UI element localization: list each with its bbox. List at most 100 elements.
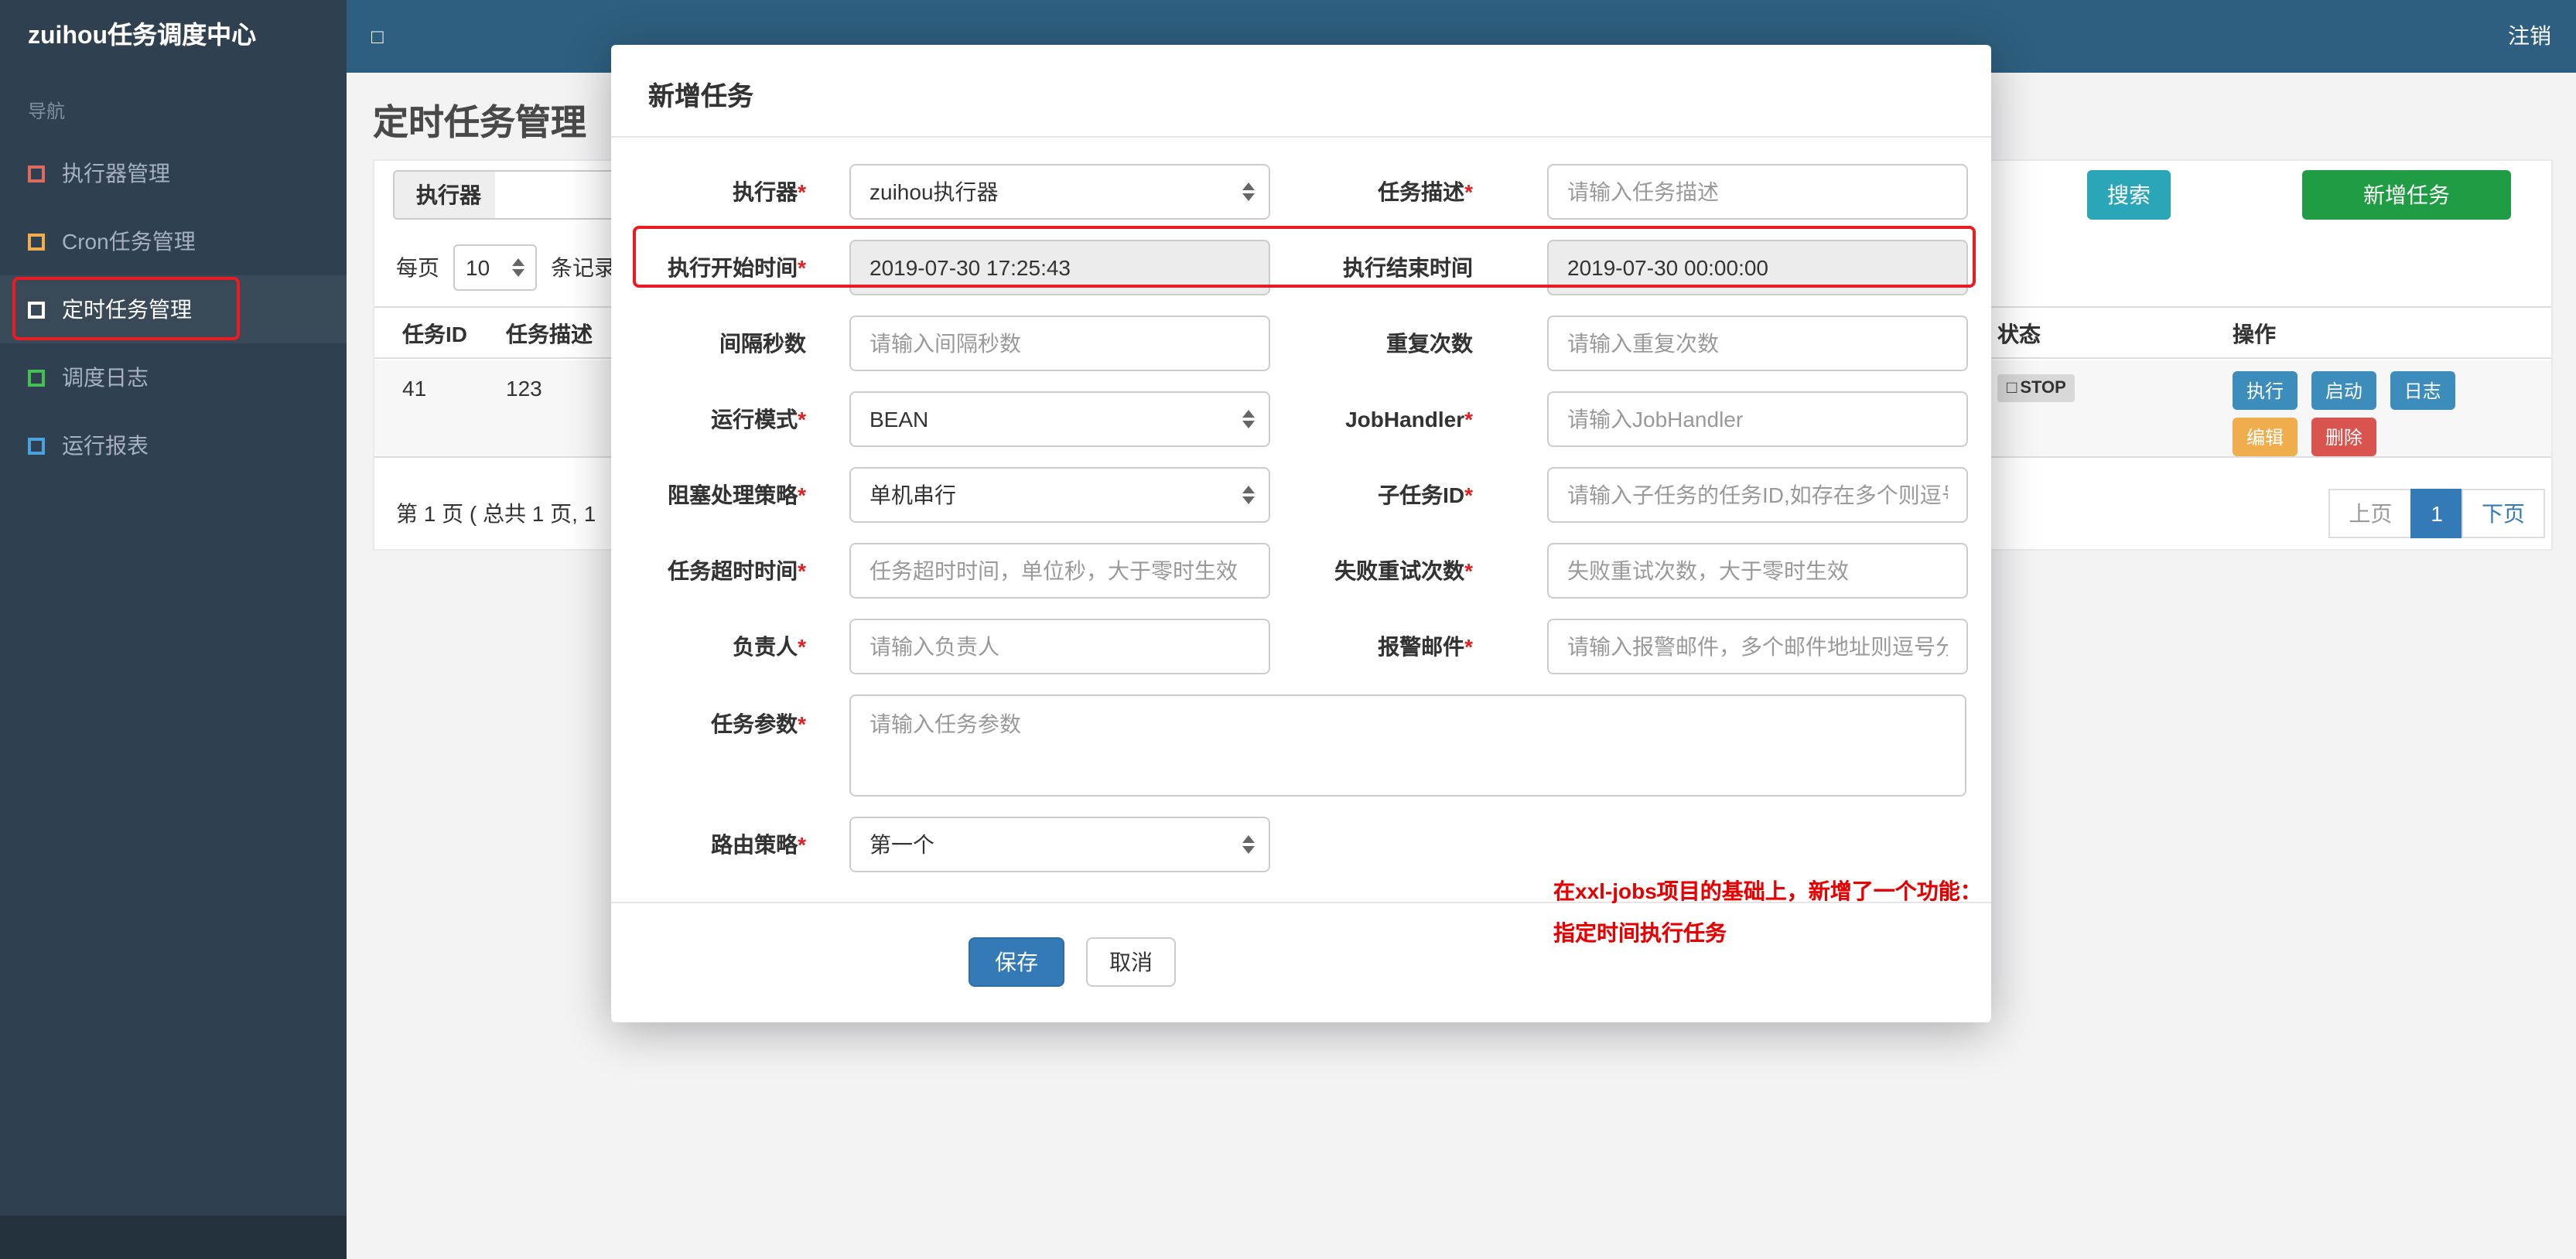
required-star: * xyxy=(1464,558,1473,583)
field-label: 负责人 xyxy=(733,634,798,659)
sidebar-item-cron-task-manage[interactable]: Cron任务管理 xyxy=(0,207,347,275)
block-strategy-label: 阻塞处理策略* xyxy=(611,479,806,510)
feature-note-line2: 指定时间执行任务 xyxy=(1553,920,1727,945)
form-row: 任务参数* xyxy=(611,694,1991,797)
sidebar-item-label: 调度日志 xyxy=(62,365,149,390)
field-label: 阻塞处理策略 xyxy=(668,483,798,507)
screen: zuihou任务调度中心 □ 注销 导航 执行器管理 Cron任务管理 定时任务… xyxy=(0,0,2576,1259)
square-icon xyxy=(28,233,45,250)
form-row: 间隔秒数 重复次数 xyxy=(611,316,1991,371)
jobhandler-input[interactable] xyxy=(1547,391,1968,447)
sidebar-item-label: 运行报表 xyxy=(62,433,149,458)
alarm-email-input[interactable] xyxy=(1547,619,1968,674)
per-page-select[interactable]: 10 xyxy=(453,244,537,291)
field-label: JobHandler xyxy=(1345,407,1465,432)
repeat-count-input[interactable] xyxy=(1547,316,1968,371)
cancel-button[interactable]: 取消 xyxy=(1086,937,1176,987)
owner-input[interactable] xyxy=(849,619,1270,674)
executor-select[interactable]: zuihou执行器 xyxy=(849,164,1270,220)
sidebar-item-timed-task-manage[interactable]: 定时任务管理 xyxy=(0,275,347,343)
job-desc-label: 任务描述* xyxy=(1270,176,1473,207)
cell-task-desc: 123 xyxy=(506,376,542,401)
add-task-modal: 新增任务 执行器* zuihou执行器 任务描述* 执行开始时间* 执行结束时间… xyxy=(611,45,1991,1022)
select-value: 第一个 xyxy=(869,832,934,857)
square-icon xyxy=(28,165,45,182)
form-row: 负责人* 报警邮件* xyxy=(611,619,1991,674)
child-jobid-input[interactable] xyxy=(1547,467,1968,523)
child-jobid-label: 子任务ID* xyxy=(1270,479,1473,510)
executor-label: 执行器* xyxy=(611,176,806,207)
repeat-count-label: 重复次数 xyxy=(1270,328,1473,359)
next-page-button[interactable]: 下页 xyxy=(2462,489,2545,538)
sidebar-item-schedule-log[interactable]: 调度日志 xyxy=(0,343,347,411)
timeout-input[interactable] xyxy=(849,543,1270,599)
field-label: 执行开始时间 xyxy=(668,255,798,280)
square-icon xyxy=(28,369,45,386)
save-button[interactable]: 保存 xyxy=(969,937,1064,987)
add-task-button[interactable]: 新增任务 xyxy=(2302,170,2511,220)
field-label: 路由策略 xyxy=(711,832,798,857)
required-star: * xyxy=(798,558,806,583)
prev-page-button[interactable]: 上页 xyxy=(2328,489,2413,538)
interval-input[interactable] xyxy=(849,316,1270,371)
square-icon xyxy=(28,437,45,454)
required-star: * xyxy=(1464,179,1473,204)
start-time-input[interactable] xyxy=(849,240,1270,295)
required-star: * xyxy=(1464,483,1473,507)
search-button[interactable]: 搜索 xyxy=(2087,170,2171,220)
sidebar-item-label: Cron任务管理 xyxy=(62,229,196,254)
sidebar-footer xyxy=(0,1216,347,1259)
run-mode-select[interactable]: BEAN xyxy=(849,391,1270,447)
col-header-status: 状态 xyxy=(1997,322,2041,346)
status-square-icon: □ xyxy=(2007,379,2017,397)
sidebar-item-label: 定时任务管理 xyxy=(62,297,192,322)
job-params-label: 任务参数* xyxy=(611,694,806,797)
select-value: BEAN xyxy=(869,407,929,432)
form-row: 执行器* zuihou执行器 任务描述* xyxy=(611,164,1991,220)
feature-note: 在xxl-jobs项目的基础上，新增了一个功能： 指定时间执行任务 xyxy=(1553,871,1982,954)
executor-filter-label: 执行器 xyxy=(393,170,504,220)
square-icon xyxy=(28,301,45,318)
end-time-input[interactable] xyxy=(1547,240,1968,295)
field-label: 任务描述 xyxy=(1378,179,1465,204)
end-time-label: 执行结束时间 xyxy=(1270,252,1473,283)
job-desc-input[interactable] xyxy=(1547,164,1968,220)
required-star: * xyxy=(798,255,806,280)
block-strategy-select[interactable]: 单机串行 xyxy=(849,467,1270,523)
form-row: 阻塞处理策略* 单机串行 子任务ID* xyxy=(611,467,1991,523)
start-button[interactable]: 启动 xyxy=(2311,371,2376,410)
edit-button[interactable]: 编辑 xyxy=(2233,418,2298,456)
select-caret-icon xyxy=(1242,410,1255,428)
route-strategy-label: 路由策略* xyxy=(611,829,806,860)
logout-link[interactable]: 注销 xyxy=(2508,0,2551,73)
job-params-textarea[interactable] xyxy=(849,694,1966,797)
required-star: * xyxy=(1464,407,1473,432)
sidebar-item-run-report[interactable]: 运行报表 xyxy=(0,411,347,479)
required-star: * xyxy=(798,483,806,507)
cell-task-id: 41 xyxy=(402,376,427,401)
sidebar-item-executor-manage[interactable]: 执行器管理 xyxy=(0,139,347,207)
delete-button[interactable]: 删除 xyxy=(2311,418,2376,456)
retry-count-input[interactable] xyxy=(1547,543,1968,599)
per-page-suffix: 条记录 xyxy=(551,255,616,280)
current-page-button[interactable]: 1 xyxy=(2410,489,2463,538)
nav-section-label: 导航 xyxy=(28,101,66,122)
modal-body: 执行器* zuihou执行器 任务描述* 执行开始时间* 执行结束时间 间隔秒数… xyxy=(611,138,1991,987)
execute-button[interactable]: 执行 xyxy=(2233,371,2298,410)
sidebar: 导航 执行器管理 Cron任务管理 定时任务管理 调度日志 运行报表 xyxy=(0,73,347,1259)
retry-count-label: 失败重试次数* xyxy=(1270,555,1473,586)
log-button[interactable]: 日志 xyxy=(2390,371,2455,410)
pager: 上页 1 下页 xyxy=(2328,489,2545,538)
col-header-task-desc: 任务描述 xyxy=(506,322,593,346)
field-label: 报警邮件 xyxy=(1378,634,1465,659)
pagination-summary: 第 1 页 ( 总共 1 页, 1 xyxy=(396,501,596,526)
status-badge: □ STOP xyxy=(1997,374,2075,402)
field-label: 子任务ID xyxy=(1378,483,1465,507)
route-strategy-select[interactable]: 第一个 xyxy=(849,817,1270,872)
page-title: 定时任务管理 xyxy=(373,102,586,142)
per-page-control: 每页 10 条记录 xyxy=(396,243,616,292)
menu-toggle-icon[interactable]: □ xyxy=(371,0,384,73)
required-star: * xyxy=(798,407,806,432)
per-page-prefix: 每页 xyxy=(396,255,439,280)
form-row: 路由策略* 第一个 xyxy=(611,817,1991,872)
